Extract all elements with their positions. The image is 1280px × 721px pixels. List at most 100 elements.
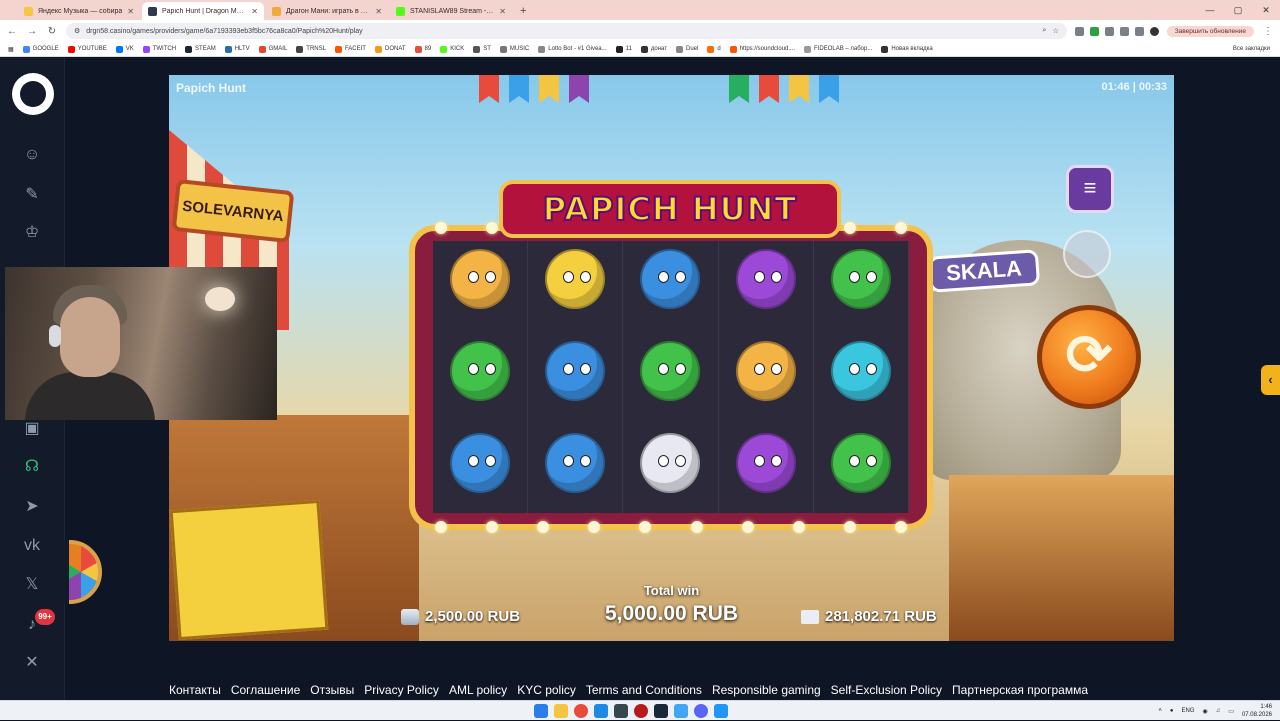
bookmark-item[interactable]: DONAT (374, 45, 406, 53)
balance-display: 281,802.71 RUB (801, 608, 937, 625)
telegram-icon[interactable]: ➤ (20, 496, 44, 518)
app-icon[interactable] (614, 704, 628, 718)
bookmark-item[interactable]: Новая вкладка (881, 45, 933, 53)
bunting-flag (569, 75, 589, 103)
snack-box (169, 499, 329, 641)
game-menu-button[interactable]: ≡ (1066, 165, 1114, 213)
bookmark-item[interactable]: KICK (440, 45, 464, 53)
close-tab-icon[interactable]: ✕ (127, 7, 134, 16)
tray-arrow-icon[interactable]: ˄ (1158, 708, 1162, 714)
footer-link[interactable]: Партнерская программа (952, 683, 1088, 697)
extension-icon[interactable] (1089, 26, 1099, 36)
bookmark-item[interactable]: TWITCH (142, 45, 176, 53)
mute-icon[interactable]: ✕ (20, 652, 44, 674)
bookmark-item[interactable]: GMAIL (258, 45, 287, 53)
clock[interactable]: 1:46 07.08.2026 (1242, 703, 1272, 719)
browser-tab-active[interactable]: Papich Hunt | Dragon Mone ✕ (142, 2, 264, 20)
bookmark-item[interactable]: YOUTUBE (67, 45, 107, 53)
network-icon[interactable]: ◉ (1203, 708, 1208, 715)
update-browser-button[interactable]: Завершить обновление (1166, 25, 1254, 37)
x-icon[interactable]: 𝕏 (20, 574, 44, 596)
bookmark-item[interactable]: VK (115, 45, 134, 53)
discord-icon[interactable] (694, 704, 708, 718)
bookmark-item[interactable]: d (707, 45, 721, 53)
maximize-icon[interactable]: ▢ (1224, 0, 1252, 20)
explorer-icon[interactable] (554, 704, 568, 718)
browser-tab[interactable]: Яндекс Музыка — собирa ✕ (18, 2, 140, 20)
side-panel-toggle[interactable]: ‹ (1261, 365, 1280, 395)
url-input[interactable]: ⚙ drgn58.casino/games/providers/game/6a7… (66, 23, 1067, 39)
autoplay-button[interactable] (1063, 230, 1111, 278)
volume-icon[interactable]: ♫ (1216, 708, 1221, 714)
footer-link[interactable]: Соглашение (231, 683, 300, 697)
bookmark-item[interactable]: Duel (675, 45, 698, 53)
footer-link[interactable]: Terms and Conditions (586, 683, 702, 697)
zoom-icon[interactable]: ⌕ (1043, 27, 1047, 35)
bookmark-item[interactable]: GOOGLE (22, 45, 59, 53)
slot-symbol (640, 433, 701, 493)
bookmark-item[interactable]: 89 (414, 45, 431, 53)
app-icon[interactable] (594, 704, 608, 718)
taskbar-apps (534, 704, 728, 718)
vk-icon[interactable]: vk (20, 535, 44, 557)
footer-link[interactable]: Отзывы (310, 683, 354, 697)
bag-icon[interactable]: ▣ (20, 418, 44, 440)
browser-menu-icon[interactable]: ⋮ (1262, 26, 1274, 37)
start-icon[interactable] (534, 704, 548, 718)
ticket-icon[interactable]: ✎ (20, 184, 44, 206)
footer-link[interactable]: Privacy Policy (364, 683, 439, 697)
smile-icon[interactable]: ☺ (20, 144, 44, 166)
all-bookmarks-button[interactable]: Все закладки (1226, 42, 1270, 56)
extension-icon[interactable] (1119, 26, 1129, 36)
battery-icon[interactable]: ▭ (1228, 708, 1234, 715)
dragon-logo-icon[interactable] (12, 73, 54, 115)
footer-link[interactable]: Responsible gaming (712, 683, 821, 697)
spin-button[interactable]: ⟳ (1037, 305, 1141, 409)
bookmark-item[interactable]: MUSIC (499, 45, 529, 53)
app-icon[interactable] (674, 704, 688, 718)
bookmark-item[interactable]: 11 (615, 45, 632, 53)
extension-icon[interactable] (1134, 26, 1144, 36)
footer-link[interactable]: Self-Exclusion Policy (831, 683, 942, 697)
bookmark-item[interactable]: STEAM (185, 45, 216, 53)
apps-grid-icon[interactable]: ▦ (8, 46, 14, 53)
bookmark-item[interactable]: TRNSL (296, 45, 326, 53)
bookmark-item[interactable]: https://soundcloud.... (729, 45, 795, 53)
back-icon[interactable]: ← (6, 26, 18, 37)
microphone-icon[interactable]: ● (1170, 708, 1174, 714)
close-tab-icon[interactable]: ✕ (251, 7, 258, 16)
bookmark-item[interactable]: FIDEOLAB – лабор... (804, 45, 872, 53)
steam-icon[interactable] (654, 704, 668, 718)
bookmark-favicon-icon (499, 45, 507, 53)
bookmark-item[interactable]: HLTV (224, 45, 250, 53)
close-tab-icon[interactable]: ✕ (499, 7, 506, 16)
footer-link[interactable]: Контакты (169, 683, 221, 697)
footer-link[interactable]: KYC policy (517, 683, 576, 697)
browser-tab[interactable]: Драгон Мани: играть в онлайн ✕ (266, 2, 388, 20)
site-info-icon[interactable]: ⚙ (74, 27, 80, 35)
extension-icon[interactable] (1074, 26, 1084, 36)
footer-link[interactable]: AML policy (449, 683, 507, 697)
bookmark-item[interactable]: ST (473, 45, 491, 53)
minimize-icon[interactable]: — (1196, 0, 1224, 20)
forward-icon[interactable]: → (26, 26, 38, 37)
browser-tab[interactable]: STANISLAW89 Stream - Watch ✕ (390, 2, 512, 20)
trophy-icon[interactable]: ♔ (20, 222, 44, 244)
reload-icon[interactable]: ↻ (46, 26, 58, 37)
close-tab-icon[interactable]: ✕ (375, 7, 382, 16)
new-tab-button[interactable]: + (514, 2, 532, 20)
game-frame[interactable]: SOLEVARNYA SKALA Papich Hunt 01:46 | 00:… (169, 75, 1174, 641)
profile-avatar[interactable] (1149, 26, 1159, 36)
bookmark-item[interactable]: Lotto Bot - #1 Givea... (538, 45, 607, 53)
headset-icon[interactable]: ☊ (20, 456, 44, 478)
bookmark-star-icon[interactable]: ☆ (1052, 27, 1058, 35)
bet-display[interactable]: 2,500.00 RUB (401, 608, 520, 625)
language-indicator[interactable]: ENG (1182, 708, 1195, 714)
bookmark-item[interactable]: донат (640, 45, 667, 53)
app-icon[interactable] (634, 704, 648, 718)
bookmark-item[interactable]: FACEIT (334, 45, 366, 53)
extension-icon[interactable] (1104, 26, 1114, 36)
close-window-icon[interactable]: ✕ (1252, 0, 1280, 20)
chrome-icon[interactable] (574, 704, 588, 718)
notepad-icon[interactable] (714, 704, 728, 718)
